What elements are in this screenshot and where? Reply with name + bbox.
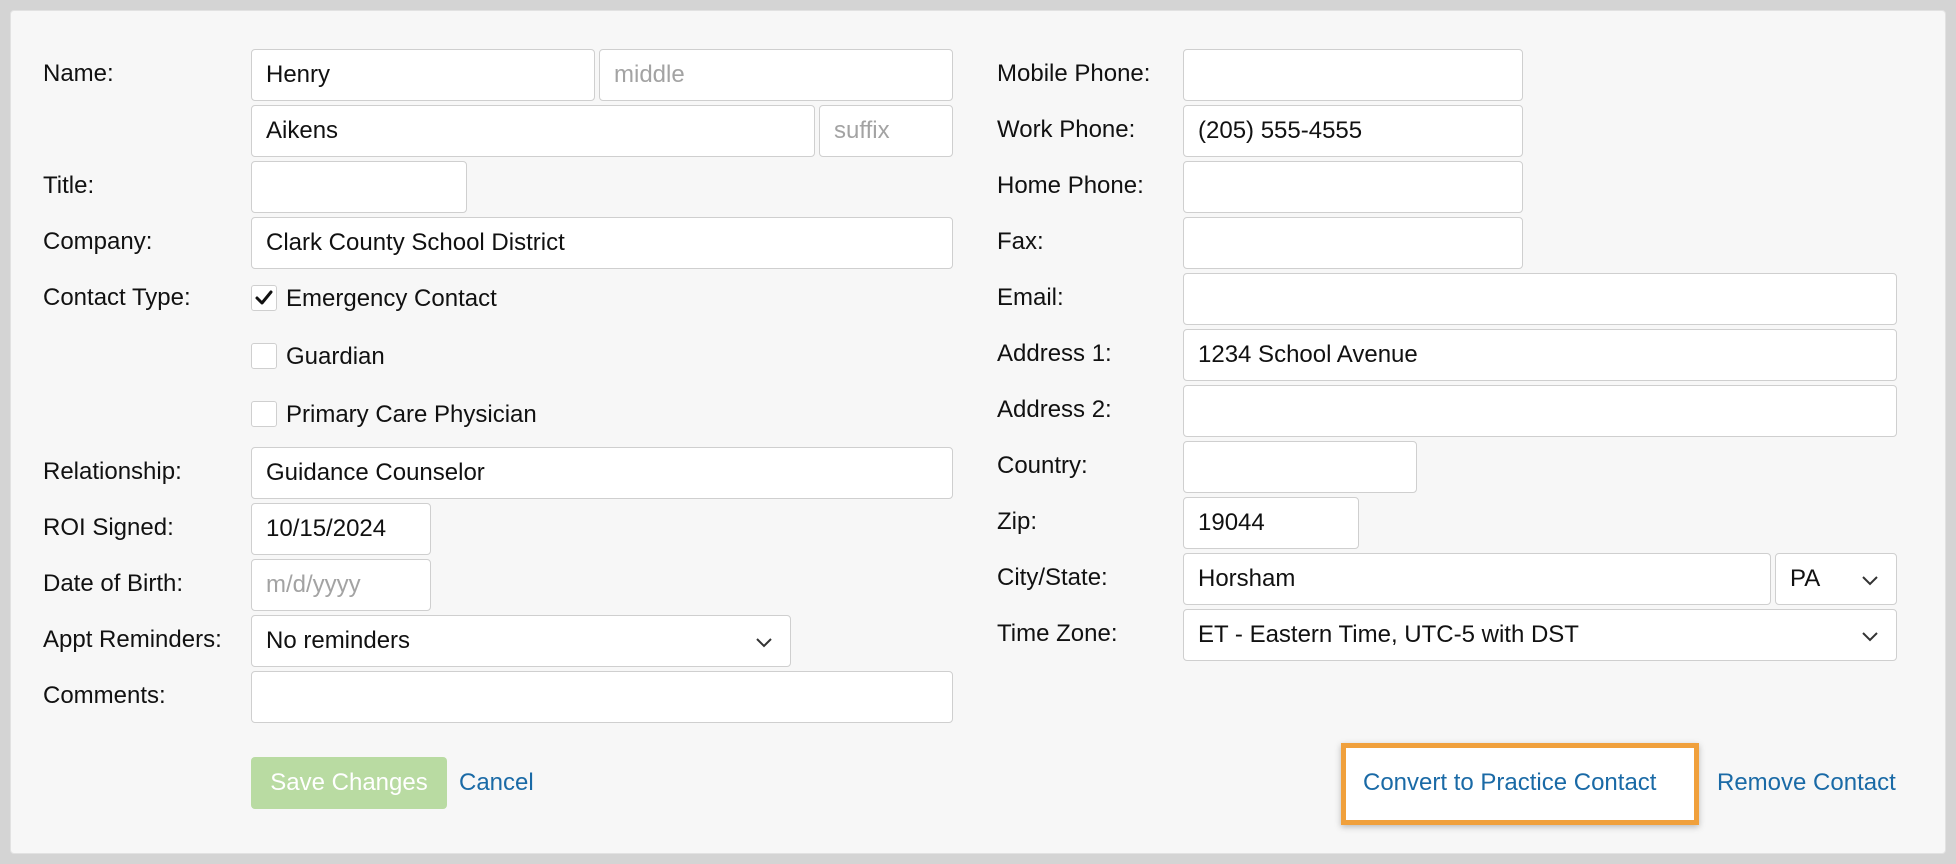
primary-care-physician-label: Primary Care Physician (286, 401, 537, 428)
country-label: Country: (997, 452, 1088, 479)
zip-input[interactable] (1183, 497, 1359, 549)
dob-label: Date of Birth: (43, 570, 184, 597)
home-phone-label: Home Phone: (997, 172, 1144, 199)
guardian-checkbox[interactable] (251, 343, 277, 369)
country-input[interactable] (1183, 441, 1417, 493)
primary-care-physician-checkbox[interactable] (251, 401, 277, 427)
cancel-link[interactable]: Cancel (459, 768, 534, 798)
contact-edit-form: Name: Title: Company: Contact Type: Emer… (10, 10, 1946, 854)
relationship-input[interactable] (251, 447, 953, 499)
city-input[interactable] (1183, 553, 1771, 605)
email-input[interactable] (1183, 273, 1897, 325)
address2-input[interactable] (1183, 385, 1897, 437)
appt-reminders-label: Appt Reminders: (43, 626, 222, 653)
email-label: Email: (997, 284, 1064, 311)
appt-reminders-select[interactable]: No reminders (251, 615, 791, 667)
address1-label: Address 1: (997, 340, 1112, 367)
address2-label: Address 2: (997, 396, 1112, 423)
work-phone-input[interactable] (1183, 105, 1523, 157)
time-zone-value: ET - Eastern Time, UTC-5 with DST (1198, 621, 1579, 648)
address1-input[interactable] (1183, 329, 1897, 381)
chevron-down-icon (756, 638, 772, 648)
first-name-input[interactable] (251, 49, 595, 101)
state-select[interactable]: PA (1775, 553, 1897, 605)
name-label: Name: (43, 60, 114, 87)
appt-reminders-value: No reminders (266, 627, 411, 654)
remove-contact-link[interactable]: Remove Contact (1717, 768, 1896, 798)
contact-type-label: Contact Type: (43, 284, 191, 311)
middle-name-input[interactable] (599, 49, 953, 101)
last-name-input[interactable] (251, 105, 815, 157)
state-value: PA (1790, 565, 1821, 592)
comments-label: Comments: (43, 682, 166, 709)
mobile-phone-input[interactable] (1183, 49, 1523, 101)
suffix-input[interactable] (819, 105, 953, 157)
city-state-label: City/State: (997, 564, 1108, 591)
emergency-contact-label: Emergency Contact (286, 285, 497, 312)
checkmark-icon (255, 290, 273, 305)
fax-input[interactable] (1183, 217, 1523, 269)
time-zone-select[interactable]: ET - Eastern Time, UTC-5 with DST (1183, 609, 1897, 661)
roi-signed-input[interactable] (251, 503, 431, 555)
mobile-phone-label: Mobile Phone: (997, 60, 1151, 87)
company-input[interactable] (251, 217, 953, 269)
company-label: Company: (43, 228, 153, 255)
fax-label: Fax: (997, 228, 1044, 255)
dob-input[interactable] (251, 559, 431, 611)
home-phone-input[interactable] (1183, 161, 1523, 213)
guardian-label: Guardian (286, 343, 385, 370)
relationship-label: Relationship: (43, 458, 182, 485)
comments-input[interactable] (251, 671, 953, 723)
chevron-down-icon (1862, 576, 1878, 586)
title-input[interactable] (251, 161, 467, 213)
time-zone-label: Time Zone: (997, 620, 1118, 647)
title-label: Title: (43, 172, 95, 199)
work-phone-label: Work Phone: (997, 116, 1136, 143)
emergency-contact-checkbox[interactable] (251, 285, 277, 311)
chevron-down-icon (1862, 632, 1878, 642)
roi-signed-label: ROI Signed: (43, 514, 174, 541)
zip-label: Zip: (997, 508, 1038, 535)
save-changes-button[interactable]: Save Changes (251, 757, 447, 809)
convert-to-practice-contact-link[interactable]: Convert to Practice Contact (1363, 768, 1656, 798)
